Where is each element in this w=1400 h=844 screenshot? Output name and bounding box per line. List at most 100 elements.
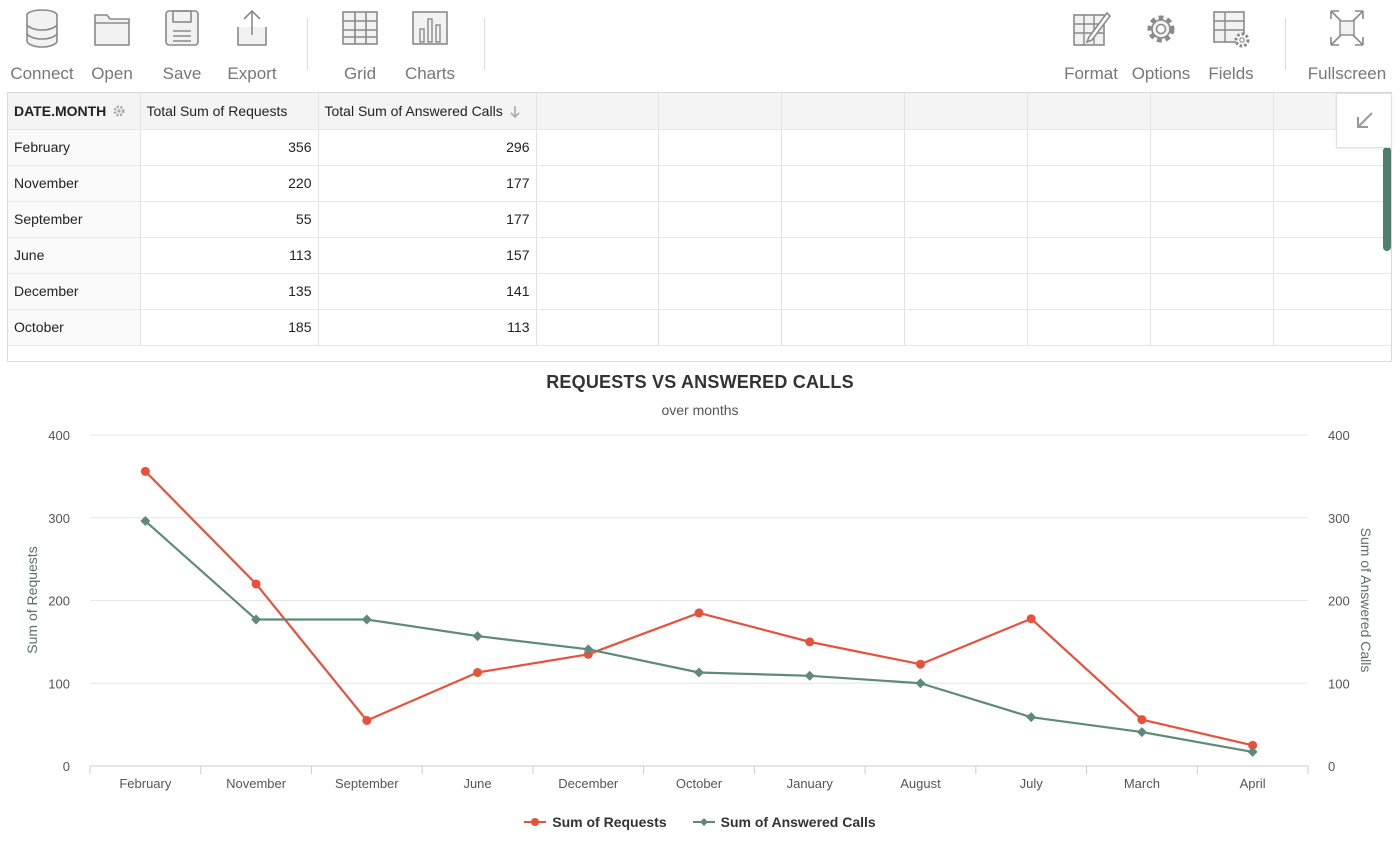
cell-requests[interactable]: 55 bbox=[140, 201, 319, 238]
chart-title: REQUESTS VS ANSWERED CALLS bbox=[546, 372, 854, 392]
series-line-answered-calls bbox=[144, 520, 1253, 754]
table-row[interactable]: November 220 177 bbox=[8, 165, 1391, 202]
x-tick-label: June bbox=[463, 776, 491, 791]
empty-cell bbox=[658, 309, 782, 346]
fields-label: Fields bbox=[1208, 64, 1254, 83]
empty-cell bbox=[781, 273, 905, 310]
x-tick-label: September bbox=[335, 776, 399, 791]
row-month: September bbox=[8, 201, 141, 238]
cell-requests[interactable]: 113 bbox=[140, 237, 319, 274]
table-row[interactable]: September 55 177 bbox=[8, 201, 1391, 238]
empty-cell bbox=[1273, 273, 1391, 310]
cell-answered[interactable]: 296 bbox=[318, 129, 537, 166]
toolbar-separator bbox=[307, 18, 308, 70]
empty-cell bbox=[1027, 273, 1151, 310]
table-row[interactable]: December 135 141 bbox=[8, 273, 1391, 310]
open-button[interactable]: Open bbox=[74, 4, 150, 88]
collapse-arrow-icon bbox=[1357, 111, 1373, 128]
fullscreen-button[interactable]: Fullscreen bbox=[1308, 4, 1386, 88]
data-point-requests bbox=[915, 659, 925, 669]
empty-cell bbox=[904, 273, 1028, 310]
fields-button[interactable]: Fields bbox=[1193, 4, 1269, 88]
grid-label: Grid bbox=[343, 64, 377, 83]
collapse-grid-button[interactable] bbox=[1336, 93, 1392, 148]
x-tick-label: November bbox=[226, 776, 287, 791]
empty-cell bbox=[781, 165, 905, 202]
data-point-requests bbox=[1026, 614, 1036, 624]
header-date-month[interactable]: DATE.MONTH bbox=[8, 93, 141, 130]
cell-answered[interactable]: 113 bbox=[318, 309, 537, 346]
empty-cell bbox=[1150, 237, 1274, 274]
data-point-answered-calls bbox=[1026, 712, 1037, 723]
empty-cell bbox=[658, 93, 782, 130]
open-label: Open bbox=[91, 64, 133, 83]
y-tick-label-left: 200 bbox=[48, 594, 70, 609]
empty-cell bbox=[781, 237, 905, 274]
grid-button[interactable]: Grid bbox=[322, 4, 398, 88]
y-tick-label-right: 0 bbox=[1328, 759, 1335, 774]
empty-cell bbox=[1150, 273, 1274, 310]
legend-item-requests[interactable]: Sum of Requests bbox=[524, 814, 667, 830]
empty-cell bbox=[536, 93, 659, 130]
x-tick-label: December bbox=[558, 776, 619, 791]
cell-answered[interactable]: 157 bbox=[318, 237, 537, 274]
legend-label-requests: Sum of Requests bbox=[552, 814, 667, 830]
table-row[interactable]: October 185 113 bbox=[8, 309, 1391, 346]
table-row[interactable]: June 113 157 bbox=[8, 237, 1391, 274]
empty-cell bbox=[536, 237, 659, 274]
empty-cell bbox=[1027, 93, 1151, 130]
line-chart: 0 0 100 100 200 200 300 300 400 400 February Novemb… bbox=[0, 362, 1400, 844]
data-point-requests bbox=[140, 466, 150, 476]
x-tick-label: July bbox=[1020, 776, 1044, 791]
gear-icon[interactable] bbox=[112, 104, 126, 118]
format-button[interactable]: Format bbox=[1053, 4, 1129, 88]
empty-cell bbox=[904, 201, 1028, 238]
legend-line-diamond-icon bbox=[692, 818, 715, 826]
empty-cell bbox=[658, 273, 782, 310]
row-month: February bbox=[8, 129, 141, 166]
empty-cell bbox=[1150, 93, 1274, 130]
y-tick-label-left: 300 bbox=[48, 511, 70, 526]
data-point-answered-calls bbox=[915, 678, 926, 689]
y-tick-label-right: 400 bbox=[1328, 428, 1350, 443]
empty-cell bbox=[904, 237, 1028, 274]
vertical-scrollbar[interactable] bbox=[1383, 147, 1391, 251]
row-month: June bbox=[8, 237, 141, 274]
cell-requests[interactable]: 220 bbox=[140, 165, 319, 202]
cell-answered[interactable]: 141 bbox=[318, 273, 537, 310]
header-total-requests[interactable]: Total Sum of Requests bbox=[140, 93, 319, 130]
empty-cell bbox=[658, 237, 782, 274]
legend-item-answered-calls[interactable]: Sum of Answered Calls bbox=[692, 814, 876, 830]
empty-cell bbox=[536, 165, 659, 202]
empty-cell bbox=[904, 129, 1028, 166]
sort-descending-icon[interactable] bbox=[509, 105, 521, 119]
x-tick-label: February bbox=[119, 776, 172, 791]
empty-cell bbox=[1273, 237, 1391, 274]
data-point-requests bbox=[694, 608, 704, 618]
x-tick-label: October bbox=[676, 776, 723, 791]
cell-requests[interactable]: 356 bbox=[140, 129, 319, 166]
chart-canvas: 0 0 100 100 200 200 300 300 400 400 February Novemb… bbox=[48, 428, 1350, 791]
options-button[interactable]: Options bbox=[1123, 4, 1199, 88]
fullscreen-icon bbox=[1330, 10, 1364, 46]
empty-cell bbox=[1273, 165, 1391, 202]
cell-requests[interactable]: 185 bbox=[140, 309, 319, 346]
export-button[interactable]: Export bbox=[214, 4, 290, 88]
data-point-answered-calls bbox=[804, 670, 815, 681]
header-total-answered[interactable]: Total Sum of Answered Calls bbox=[318, 93, 537, 130]
series-line-requests bbox=[144, 470, 1253, 747]
save-button[interactable]: Save bbox=[144, 4, 220, 88]
toolbar-separator bbox=[1285, 18, 1286, 70]
pivot-grid: DATE.MONTH Total Sum of Requests Total Sum… bbox=[7, 92, 1392, 362]
connect-button[interactable]: Connect bbox=[4, 4, 80, 88]
empty-cell bbox=[781, 201, 905, 238]
cell-answered[interactable]: 177 bbox=[318, 201, 537, 238]
data-point-requests bbox=[1137, 715, 1147, 725]
charts-button[interactable]: Charts bbox=[392, 4, 468, 88]
toolbar: Connect Open Save Export Grid Charts Format Opt… bbox=[0, 0, 1400, 92]
cell-requests[interactable]: 135 bbox=[140, 273, 319, 310]
legend-label-answered-calls: Sum of Answered Calls bbox=[720, 814, 876, 830]
cell-answered[interactable]: 177 bbox=[318, 165, 537, 202]
table-row[interactable]: February 356 296 bbox=[8, 129, 1391, 166]
data-point-answered-calls bbox=[1136, 727, 1147, 738]
